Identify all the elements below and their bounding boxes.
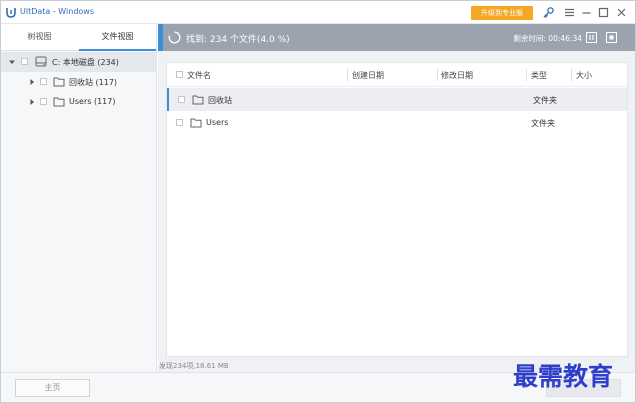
column-divider[interactable] xyxy=(437,69,438,81)
checkbox[interactable] xyxy=(40,78,47,85)
folder-icon xyxy=(192,95,204,105)
column-divider[interactable] xyxy=(571,69,572,81)
key-icon[interactable] xyxy=(542,6,555,19)
app-title: UltData - Windows xyxy=(20,7,94,16)
minimize-icon[interactable] xyxy=(580,6,593,19)
table-row[interactable]: 回收站 文件夹 xyxy=(167,88,627,111)
folder-tree: C: 本地磁盘 (234) 回收站 (117) Users (117) xyxy=(1,52,156,112)
row-checkbox[interactable] xyxy=(178,96,185,103)
tab-file-view[interactable]: 文件视图 xyxy=(79,24,156,51)
checkbox[interactable] xyxy=(40,98,47,105)
column-divider[interactable] xyxy=(526,69,527,81)
file-type: 文件夹 xyxy=(533,96,557,105)
tree-item-label: Users (117) xyxy=(69,97,116,106)
home-button[interactable]: 主页 xyxy=(15,379,90,397)
title-bar: UltData - Windows 升级到专业版 xyxy=(1,1,635,24)
left-panel: 树视图 文件视图 C: 本地磁盘 (234) 回收站 (117) Users (… xyxy=(1,24,157,372)
view-tabs: 树视图 文件视图 xyxy=(1,24,156,51)
drive-icon xyxy=(35,56,47,67)
tree-item-recycle-bin[interactable]: 回收站 (117) xyxy=(1,72,156,92)
caret-down-icon[interactable] xyxy=(8,58,16,66)
file-name: 回收站 xyxy=(208,96,232,105)
select-all-checkbox[interactable] xyxy=(176,71,183,78)
tree-item-users[interactable]: Users (117) xyxy=(1,92,156,112)
found-summary: 发现234项,18.61 MB xyxy=(159,362,229,370)
app-window: UltData - Windows 升级到专业版 树视图 文件视图 C: 本地磁… xyxy=(0,0,636,403)
remaining-time: 剩余时间: 00:46:34 xyxy=(513,34,582,43)
scan-status-text: 找到: 234 个文件(4.0 %) xyxy=(186,35,290,45)
column-header-modified[interactable]: 修改日期 xyxy=(441,70,473,81)
watermark-text: 最需教育 xyxy=(513,362,614,391)
tree-item-drive-c[interactable]: C: 本地磁盘 (234) xyxy=(1,52,156,72)
caret-right-icon[interactable] xyxy=(28,78,36,86)
app-logo-icon xyxy=(6,8,16,18)
pause-icon[interactable] xyxy=(586,32,597,43)
caret-right-icon[interactable] xyxy=(28,98,36,106)
row-checkbox[interactable] xyxy=(176,119,183,126)
file-table: 文件名 创建日期 修改日期 类型 大小 回收站 文件夹 Users 文件夹 xyxy=(166,62,628,357)
column-header-created[interactable]: 创建日期 xyxy=(352,70,384,81)
file-type: 文件夹 xyxy=(531,119,555,128)
close-icon[interactable] xyxy=(615,6,628,19)
column-header-size[interactable]: 大小 xyxy=(576,70,592,81)
tab-tree-view[interactable]: 树视图 xyxy=(1,24,78,51)
maximize-icon[interactable] xyxy=(597,6,610,19)
folder-icon xyxy=(190,118,202,128)
tree-item-label: C: 本地磁盘 (234) xyxy=(52,58,119,67)
menu-icon[interactable] xyxy=(563,6,576,19)
column-header-type[interactable]: 类型 xyxy=(531,70,547,81)
scan-progress-fill xyxy=(158,24,163,51)
tree-item-label: 回收站 (117) xyxy=(69,78,118,87)
table-row[interactable]: Users 文件夹 xyxy=(167,111,627,134)
folder-icon xyxy=(53,77,65,87)
table-header: 文件名 创建日期 修改日期 类型 大小 xyxy=(167,63,627,87)
column-divider[interactable] xyxy=(347,69,348,81)
upgrade-button[interactable]: 升级到专业版 xyxy=(471,6,533,20)
stop-icon[interactable] xyxy=(606,32,617,43)
column-header-name[interactable]: 文件名 xyxy=(187,70,211,81)
scan-status-bar: 找到: 234 个文件(4.0 %) 剩余时间: 00:46:34 xyxy=(158,24,635,51)
spinner-icon xyxy=(168,31,181,44)
checkbox[interactable] xyxy=(21,58,28,65)
file-name: Users xyxy=(206,118,229,127)
folder-icon xyxy=(53,97,65,107)
